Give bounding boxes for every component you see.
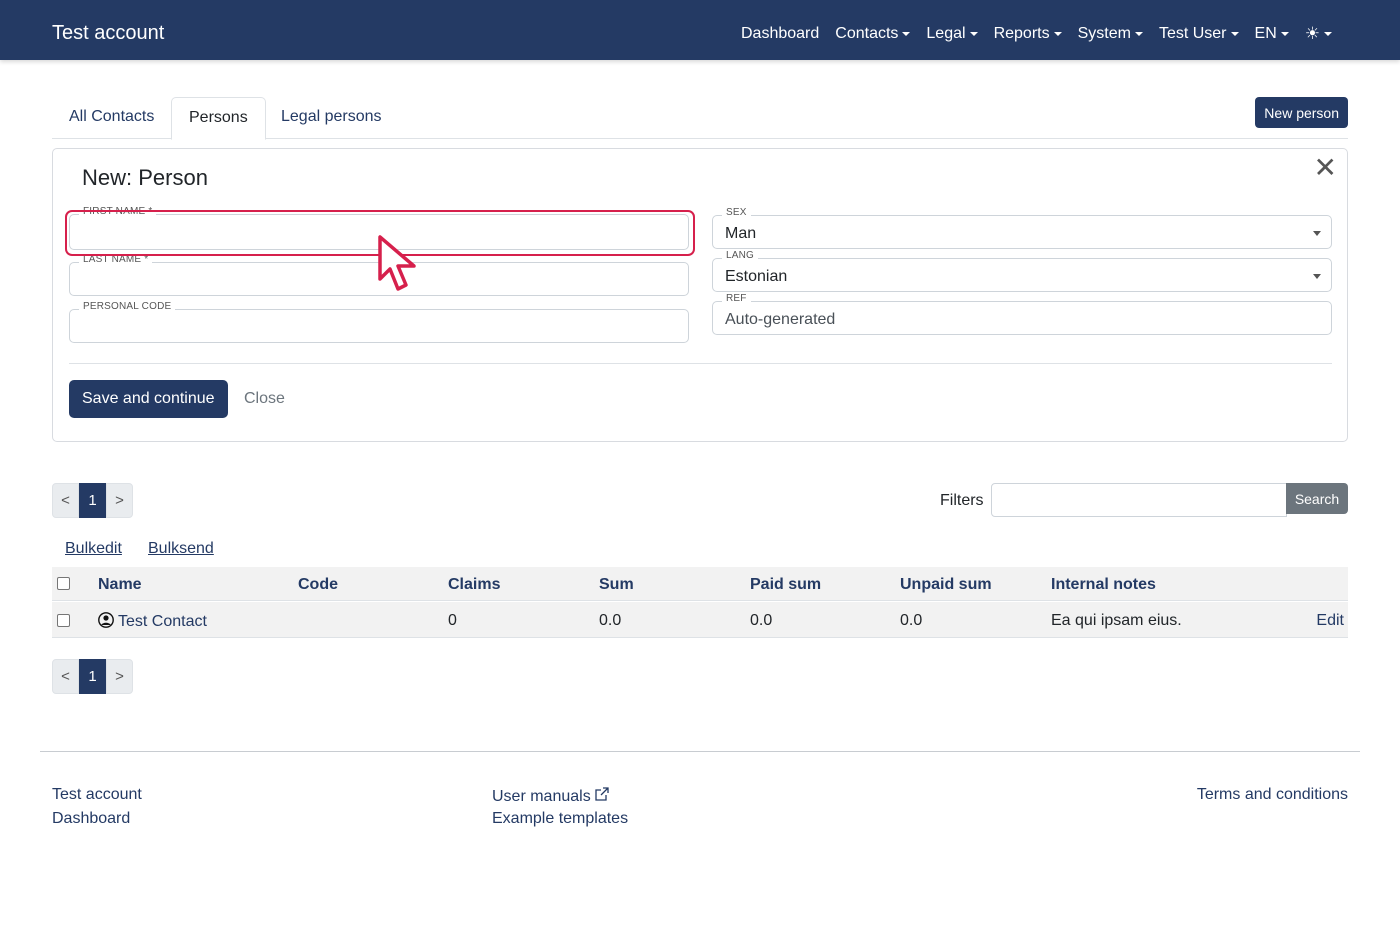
user-manuals-label: User manuals: [492, 788, 591, 805]
next-page-button[interactable]: >: [106, 483, 133, 518]
next-page-button[interactable]: >: [106, 659, 133, 694]
page-1-button[interactable]: 1: [79, 483, 106, 518]
nav-contacts-label: Contacts: [835, 25, 899, 42]
close-form-link[interactable]: Close: [244, 390, 285, 408]
claims-cell: 0: [448, 612, 457, 629]
nav-user-dropdown[interactable]: Test User: [1151, 25, 1247, 43]
nav-dashboard[interactable]: Dashboard: [733, 25, 827, 43]
name-cell: Test Contact: [98, 612, 207, 631]
lang-label: LANG: [722, 250, 759, 261]
column-header-name[interactable]: Name: [98, 576, 142, 594]
new-person-form: New: Person ✕ FIRST NAME * LAST NAME * P…: [52, 148, 1348, 442]
internal-notes-cell: Ea qui ipsam eius.: [1051, 612, 1182, 629]
prev-page-button[interactable]: <: [52, 659, 79, 694]
select-all-checkbox[interactable]: [57, 577, 70, 590]
search-button[interactable]: Search: [1286, 483, 1348, 514]
column-header-code[interactable]: Code: [298, 576, 338, 594]
sex-label: SEX: [722, 207, 751, 218]
ref-field[interactable]: REF Auto-generated: [712, 293, 1332, 335]
sum-cell: 0.0: [599, 612, 622, 629]
lang-select[interactable]: LANG Estonian: [712, 250, 1332, 292]
nav-reports-label: Reports: [993, 25, 1050, 42]
contact-tabs: All Contacts Persons Legal persons: [52, 97, 1348, 140]
bulksend-link[interactable]: Bulksend: [148, 540, 214, 558]
nav-reports-dropdown[interactable]: Reports: [986, 25, 1070, 43]
footer-user-manuals-link[interactable]: User manuals: [492, 786, 610, 806]
close-icon[interactable]: ✕: [1314, 154, 1337, 182]
contact-name-link[interactable]: Test Contact: [118, 613, 207, 630]
prev-page-button[interactable]: <: [52, 483, 79, 518]
nav-system-dropdown[interactable]: System: [1070, 25, 1151, 43]
pagination-top: < 1 >: [52, 483, 133, 518]
person-circle-icon: [98, 612, 114, 628]
new-person-button[interactable]: New person: [1255, 97, 1348, 128]
caret-down-icon: [1280, 32, 1289, 36]
sex-select[interactable]: SEX Man: [712, 207, 1332, 249]
nav-contacts-dropdown[interactable]: Contacts: [827, 25, 918, 43]
tab-legal-persons[interactable]: Legal persons: [264, 97, 399, 139]
dropdown-arrow-icon: [1313, 231, 1321, 236]
sex-value: Man: [725, 225, 757, 242]
pagination-bottom: < 1 >: [52, 659, 133, 694]
paid-sum-cell: 0.0: [750, 612, 773, 629]
external-link-icon: [595, 787, 609, 801]
caret-down-icon: [902, 32, 911, 36]
form-divider: [69, 363, 1332, 364]
dropdown-arrow-icon: [1313, 274, 1321, 279]
nav-language-label: EN: [1254, 25, 1277, 42]
nav-legal-label: Legal: [926, 25, 966, 42]
tab-all-contacts[interactable]: All Contacts: [52, 97, 171, 139]
column-header-internal-notes[interactable]: Internal notes: [1051, 576, 1156, 594]
filters-input[interactable]: [991, 483, 1287, 517]
caret-down-icon: [1053, 32, 1062, 36]
nav-language-dropdown[interactable]: EN: [1247, 25, 1297, 43]
save-and-continue-button[interactable]: Save and continue: [69, 380, 228, 418]
filters-label: Filters: [940, 492, 984, 509]
personal-code-label: PERSONAL CODE: [79, 301, 176, 312]
caret-down-icon: [969, 32, 978, 36]
footer-example-templates-link[interactable]: Example templates: [492, 810, 628, 828]
sun-icon: ☀: [1304, 24, 1320, 43]
tab-persons[interactable]: Persons: [171, 97, 266, 140]
column-header-unpaid-sum[interactable]: Unpaid sum: [900, 576, 992, 594]
top-navbar: Test account Dashboard Contacts Legal Re…: [0, 0, 1400, 60]
ref-label: REF: [722, 293, 751, 304]
row-checkbox[interactable]: [57, 614, 70, 627]
caret-down-icon: [1134, 32, 1143, 36]
nav-user-label: Test User: [1158, 25, 1227, 42]
column-header-paid-sum[interactable]: Paid sum: [750, 576, 821, 594]
footer-divider: [40, 751, 1360, 752]
nav-dashboard-label: Dashboard: [740, 25, 820, 42]
edit-link[interactable]: Edit: [1316, 612, 1344, 630]
footer-test-account-link[interactable]: Test account: [52, 786, 142, 804]
column-header-claims[interactable]: Claims: [448, 576, 500, 594]
page-1-button[interactable]: 1: [79, 659, 106, 694]
nav-theme-dropdown[interactable]: ☀: [1297, 25, 1340, 43]
unpaid-sum-cell: 0.0: [900, 612, 923, 629]
mouse-pointer-icon: [378, 235, 416, 291]
lang-value: Estonian: [725, 268, 788, 285]
footer-dashboard-link[interactable]: Dashboard: [52, 810, 130, 828]
table-header: Name Code Claims Sum Paid sum Unpaid sum…: [52, 567, 1348, 601]
nav-system-label: System: [1077, 25, 1131, 42]
caret-down-icon: [1230, 32, 1239, 36]
main-nav: Dashboard Contacts Legal Reports System …: [733, 25, 1340, 43]
column-header-sum[interactable]: Sum: [599, 576, 634, 594]
last-name-label: LAST NAME *: [79, 254, 153, 265]
nav-legal-dropdown[interactable]: Legal: [918, 25, 985, 43]
bulkedit-link[interactable]: Bulkedit: [65, 540, 122, 558]
brand-link[interactable]: Test account: [52, 22, 164, 45]
first-name-label: FIRST NAME *: [79, 206, 157, 217]
caret-down-icon: [1324, 32, 1332, 36]
form-title: New: Person: [82, 165, 208, 190]
footer-terms-link[interactable]: Terms and conditions: [1197, 786, 1348, 804]
table-row: Test Contact 0 0.0 0.0 0.0 Ea qui ipsam …: [52, 602, 1348, 638]
ref-placeholder: Auto-generated: [725, 311, 836, 328]
personal-code-field[interactable]: PERSONAL CODE: [69, 301, 689, 343]
